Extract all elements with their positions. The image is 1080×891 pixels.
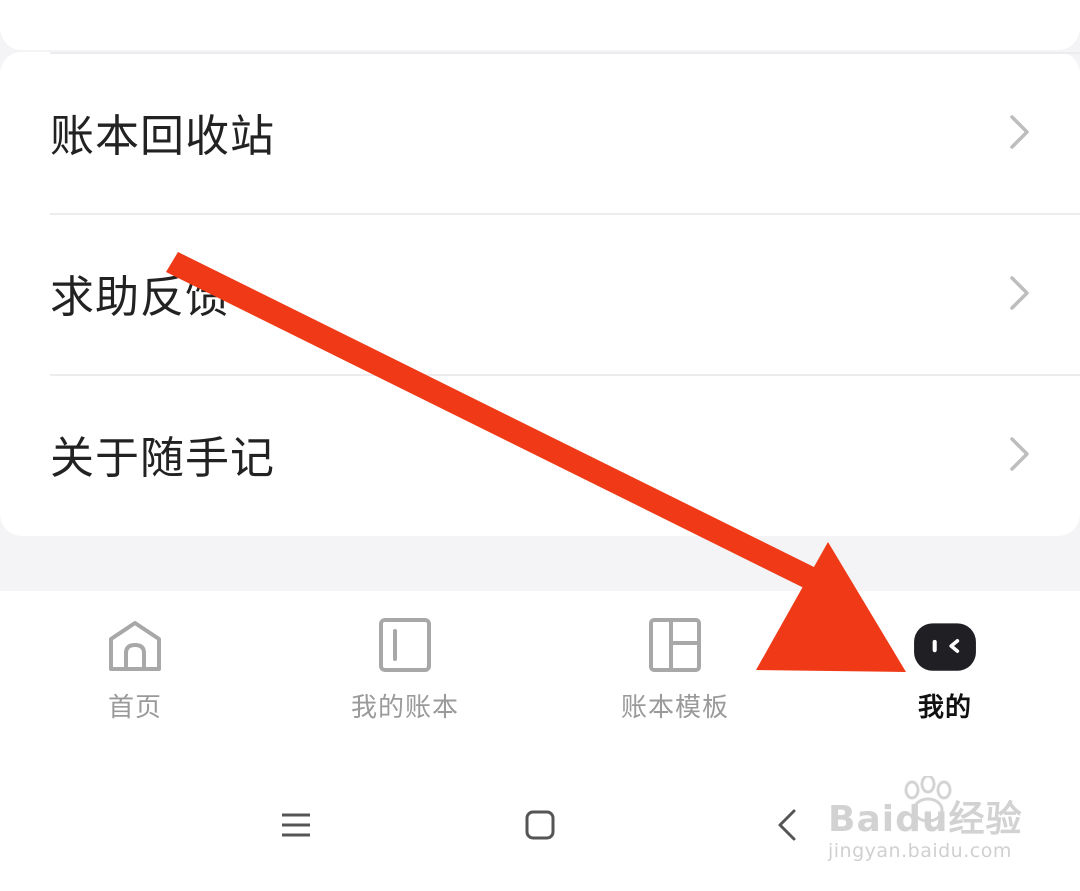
tab-templates[interactable]: 账本模板 <box>540 591 810 751</box>
divider <box>50 213 1080 215</box>
chevron-right-icon <box>1010 115 1029 149</box>
home-square-icon[interactable] <box>520 805 560 845</box>
back-icon[interactable] <box>768 805 808 845</box>
divider <box>50 52 1080 54</box>
tab-me[interactable]: 我的 <box>810 591 1080 751</box>
settings-card: 账本回收站 求助反馈 关于随手记 <box>0 52 1080 536</box>
template-grid-icon <box>649 618 701 672</box>
watermark-url: jingyan.baidu.com <box>828 840 1012 862</box>
watermark-brand: Baidu经验 <box>828 799 1023 840</box>
divider <box>50 374 1080 376</box>
app-screen: 账本回收站 求助反馈 关于随手记 首页 我的账本 账本模板 我的 Baidu经验… <box>0 0 1080 891</box>
tab-label: 我的账本 <box>350 693 459 723</box>
mascot-face-icon <box>914 623 976 671</box>
menu-item-help-feedback[interactable]: 求助反馈 <box>0 213 1080 373</box>
menu-item-recycle-bin[interactable]: 账本回收站 <box>0 52 1080 212</box>
menu-icon[interactable] <box>276 805 316 845</box>
menu-item-label: 求助反馈 <box>50 272 230 323</box>
chevron-right-icon <box>1010 276 1029 310</box>
tab-my-books[interactable]: 我的账本 <box>270 591 540 751</box>
chevron-right-icon <box>1010 437 1029 471</box>
menu-item-label: 账本回收站 <box>50 111 275 162</box>
home-icon <box>109 621 161 671</box>
menu-item-label: 关于随手记 <box>50 433 275 484</box>
tab-label: 账本模板 <box>620 693 729 723</box>
tab-label: 首页 <box>107 693 162 723</box>
tab-label: 我的 <box>917 693 972 723</box>
previous-card-edge <box>0 0 1080 50</box>
tab-home[interactable]: 首页 <box>0 591 270 751</box>
menu-item-about[interactable]: 关于随手记 <box>0 374 1080 534</box>
book-icon <box>379 618 431 672</box>
watermark: Baidu经验 jingyan.baidu.com <box>828 776 1028 870</box>
bottom-tab-bar: 首页 我的账本 账本模板 我的 <box>0 591 1080 751</box>
